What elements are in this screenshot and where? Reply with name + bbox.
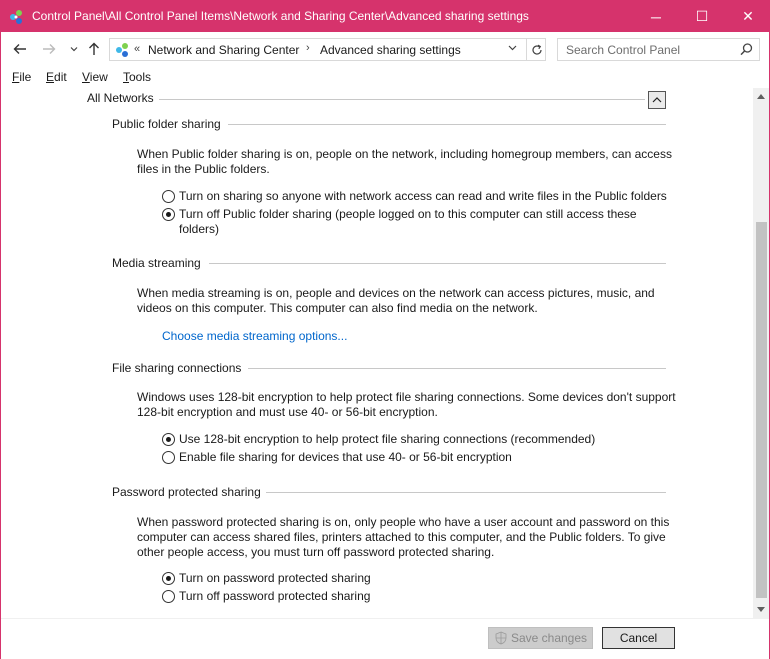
refresh-icon: [531, 44, 542, 55]
group-divider: [159, 99, 645, 100]
address-dropdown-button[interactable]: [508, 43, 517, 55]
save-changes-label: Save changes: [510, 631, 588, 645]
cancel-label: Cancel: [619, 631, 658, 645]
scroll-thumb[interactable]: [756, 222, 767, 598]
section-divider: [209, 263, 666, 264]
menu-edit[interactable]: Edit: [46, 70, 67, 84]
title-bar[interactable]: Control Panel\All Control Panel Items\Ne…: [1, 1, 769, 32]
section-description: When password protected sharing is on, o…: [137, 515, 670, 559]
section-description: When Public folder sharing is on, people…: [137, 147, 672, 176]
radio-option-public-off[interactable]: Turn off Public folder sharing (people l…: [162, 207, 649, 237]
breadcrumb-network-sharing-center[interactable]: Network and Sharing Center: [148, 43, 299, 57]
breadcrumb-overflow-icon[interactable]: «: [134, 43, 140, 55]
collapse-button[interactable]: [648, 91, 666, 109]
settings-content: All Networks Public folder sharing When …: [1, 88, 753, 618]
menu-file[interactable]: File: [12, 70, 31, 84]
radio-option-password-off[interactable]: Turn off password protected sharing: [162, 589, 579, 604]
group-title: All Networks: [87, 91, 154, 105]
section-title-public-folder: Public folder sharing: [112, 117, 221, 131]
section-divider: [248, 368, 666, 369]
radio-option-40-56bit[interactable]: Enable file sharing for devices that use…: [162, 450, 659, 465]
search-input[interactable]: [558, 39, 738, 60]
close-icon: ✕: [742, 8, 754, 24]
save-changes-button[interactable]: Save changes: [488, 627, 593, 649]
scroll-down-button[interactable]: [753, 602, 769, 618]
maximize-button[interactable]: ☐: [679, 1, 725, 32]
section-description: Windows uses 128-bit encryption to help …: [137, 390, 676, 419]
navigation-bar: « Network and Sharing Center › Advanced …: [1, 32, 769, 66]
breadcrumb-advanced-sharing-settings[interactable]: Advanced sharing settings: [320, 43, 461, 57]
chevron-down-icon: [508, 45, 517, 51]
control-panel-icon: [116, 43, 128, 57]
scroll-up-icon: [757, 94, 765, 99]
cancel-button[interactable]: Cancel: [602, 627, 675, 649]
radio-label: Enable file sharing for devices that use…: [179, 450, 512, 464]
section-divider: [228, 124, 666, 125]
maximize-icon: ☐: [695, 8, 709, 24]
section-title-file-sharing: File sharing connections: [112, 361, 242, 375]
section-divider: [266, 492, 666, 493]
radio-option-public-on[interactable]: Turn on sharing so anyone with network a…: [162, 189, 674, 204]
radio-label: Turn on password protected sharing: [179, 571, 371, 585]
search-icon[interactable]: [739, 42, 754, 57]
radio-button[interactable]: [162, 433, 175, 446]
radio-button[interactable]: [162, 451, 175, 464]
scroll-down-icon: [757, 607, 765, 612]
arrow-right-icon: [43, 44, 56, 54]
scroll-up-button[interactable]: [753, 88, 769, 104]
menu-tools[interactable]: Tools: [123, 70, 151, 84]
breadcrumb-separator-icon[interactable]: ›: [306, 42, 310, 54]
forward-button[interactable]: [40, 40, 58, 58]
radio-option-password-on[interactable]: Turn on password protected sharing: [162, 571, 579, 586]
footer-bar: Save changes Cancel: [1, 618, 769, 659]
radio-button[interactable]: [162, 190, 175, 203]
control-panel-icon: [10, 10, 22, 24]
section-title-media-streaming: Media streaming: [112, 256, 201, 270]
radio-button[interactable]: [162, 572, 175, 585]
window: Control Panel\All Control Panel Items\Ne…: [0, 0, 770, 659]
radio-label: Use 128-bit encryption to help protect f…: [179, 432, 596, 446]
media-streaming-options-link[interactable]: Choose media streaming options...: [162, 329, 347, 343]
window-title: Control Panel\All Control Panel Items\Ne…: [32, 9, 529, 23]
menu-bar: File Edit View Tools: [1, 66, 769, 88]
radio-label: Turn off Public folder sharing (people l…: [179, 207, 637, 236]
close-button[interactable]: ✕: [725, 1, 770, 32]
refresh-button[interactable]: [526, 39, 546, 60]
vertical-scrollbar[interactable]: [753, 88, 769, 618]
radio-label: Turn off password protected sharing: [179, 589, 371, 603]
arrow-up-icon: [89, 42, 99, 55]
uac-shield-icon: [495, 631, 507, 645]
section-title-password-sharing: Password protected sharing: [112, 485, 261, 499]
address-box[interactable]: « Network and Sharing Center › Advanced …: [109, 38, 546, 61]
radio-button[interactable]: [162, 590, 175, 603]
radio-option-128bit[interactable]: Use 128-bit encryption to help protect f…: [162, 432, 659, 447]
recent-locations-button[interactable]: [65, 40, 83, 58]
section-description: When media streaming is on, people and d…: [137, 286, 655, 315]
arrow-left-icon: [13, 44, 26, 54]
up-button[interactable]: [85, 40, 103, 58]
chevron-up-icon: [652, 97, 662, 103]
radio-button[interactable]: [162, 208, 175, 221]
menu-view[interactable]: View: [82, 70, 108, 84]
minimize-button[interactable]: ─: [633, 1, 679, 32]
search-box: [557, 38, 760, 61]
radio-label: Turn on sharing so anyone with network a…: [179, 189, 667, 203]
chevron-down-icon: [70, 47, 78, 52]
minimize-icon: ─: [651, 8, 661, 25]
back-button[interactable]: [11, 40, 29, 58]
